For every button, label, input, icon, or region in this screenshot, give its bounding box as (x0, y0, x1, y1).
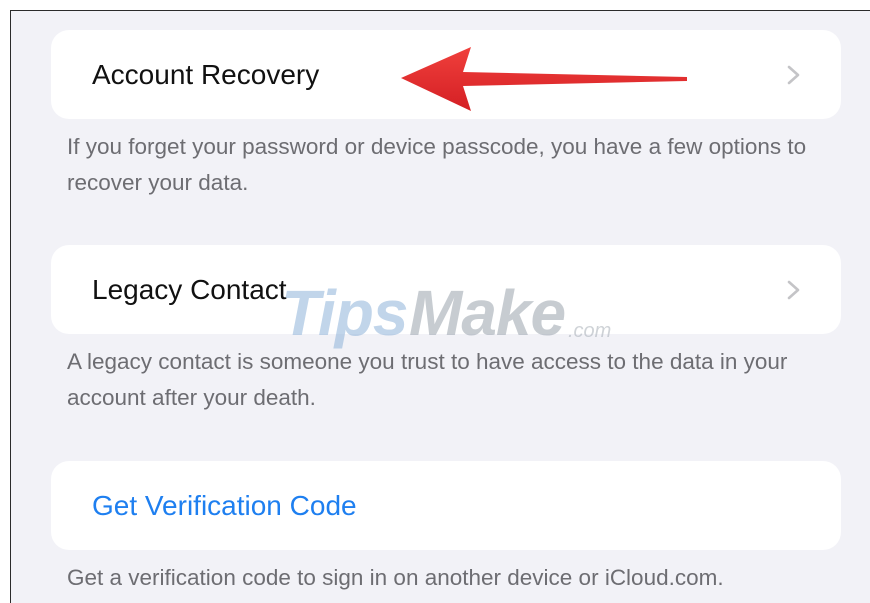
legacy-contact-label: Legacy Contact (92, 273, 287, 305)
chevron-right-icon (787, 280, 800, 299)
red-arrow-annotation-icon (401, 47, 687, 111)
get-verification-code-row[interactable]: Get Verification Code (51, 461, 841, 550)
legacy-contact-row[interactable]: Legacy Contact (51, 245, 841, 334)
legacy-contact-footer: A legacy contact is someone you trust to… (67, 349, 788, 410)
verification-code-footer: Get a verification code to sign in on an… (67, 565, 724, 590)
get-verification-code-label: Get Verification Code (92, 489, 357, 521)
chevron-right-icon (787, 65, 800, 84)
account-recovery-footer: If you forget your password or device pa… (67, 134, 807, 195)
settings-screen: Account Recovery If you forget your pass… (10, 10, 870, 603)
account-recovery-label: Account Recovery (92, 58, 320, 90)
